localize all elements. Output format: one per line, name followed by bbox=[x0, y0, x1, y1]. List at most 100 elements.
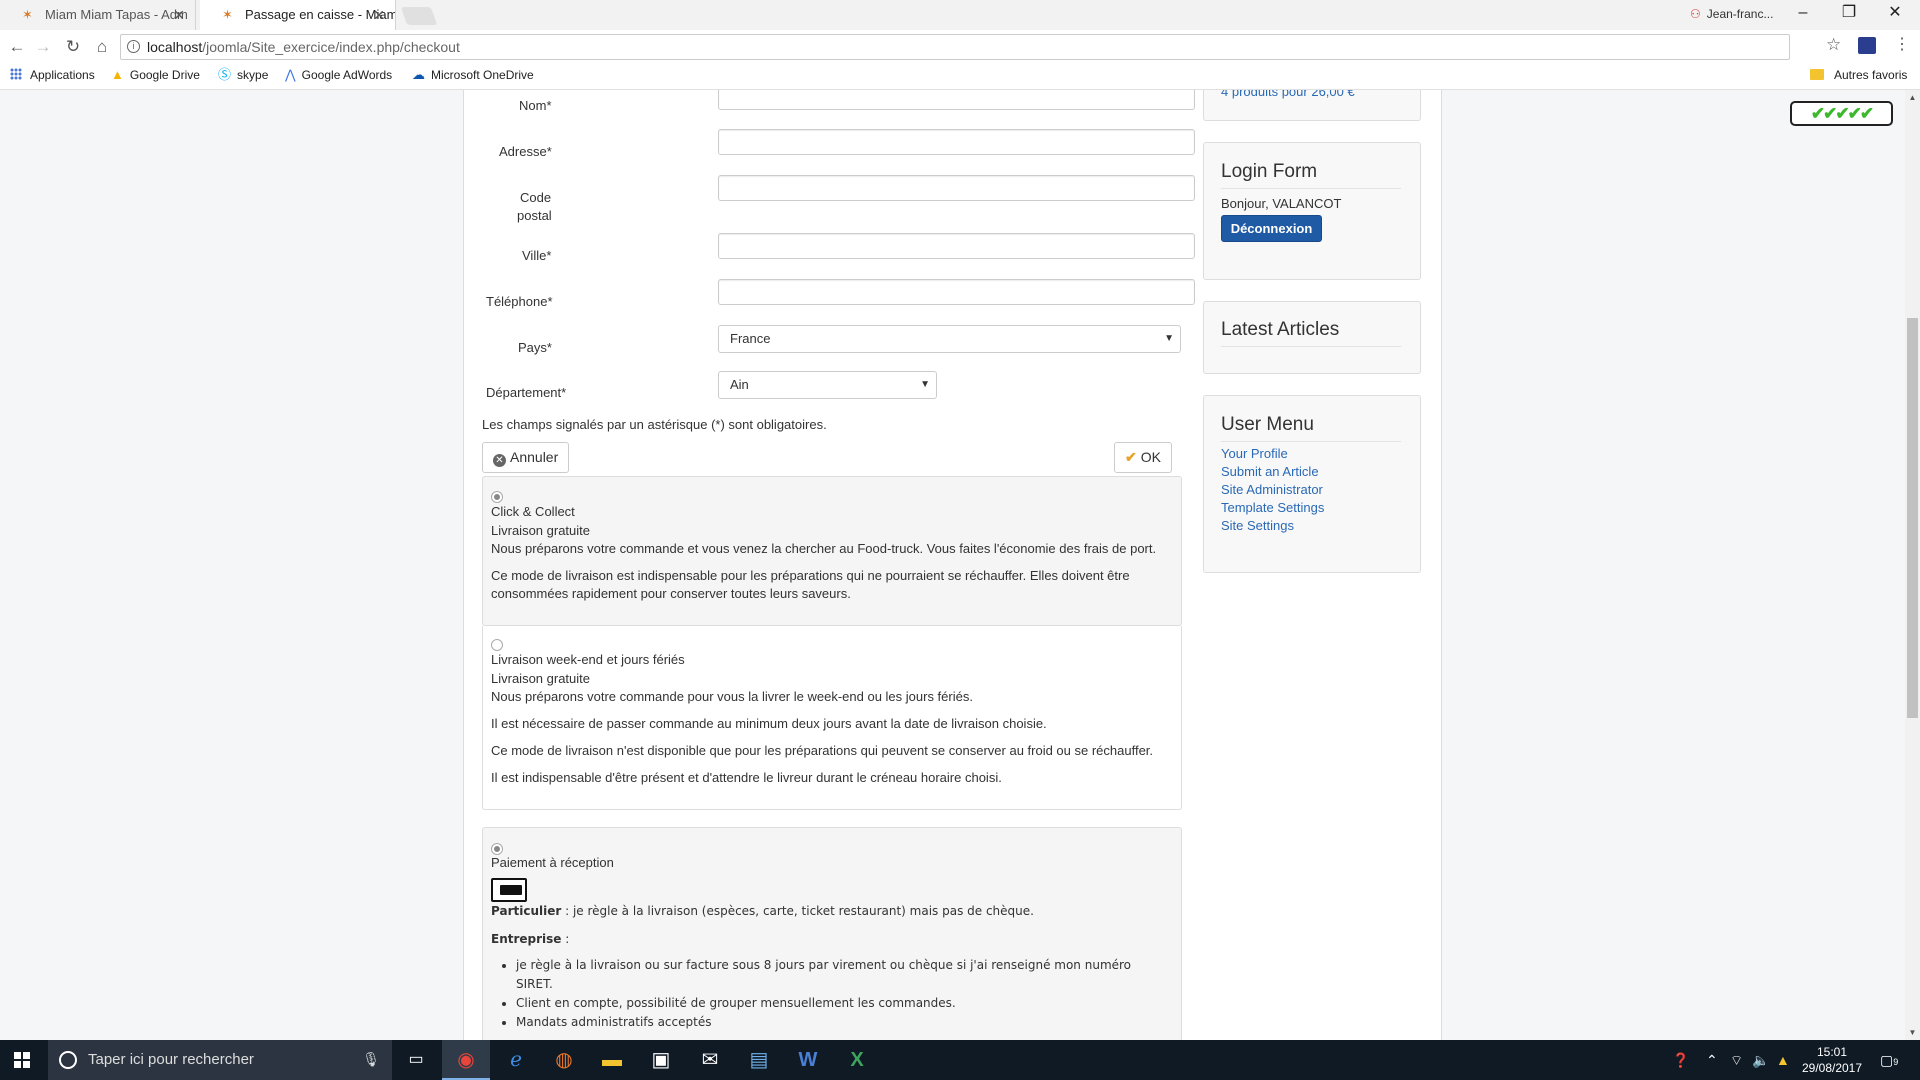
search-placeholder: Taper ici pour rechercher bbox=[88, 1051, 254, 1068]
joomla-icon: ✶ bbox=[22, 7, 33, 22]
close-icon[interactable]: ✕ bbox=[173, 0, 185, 30]
help-icon[interactable]: ❓ bbox=[1672, 1040, 1689, 1080]
country-select[interactable]: France ▼ bbox=[718, 325, 1181, 353]
required-fields-note: Les champs signalés par un astérisque (*… bbox=[482, 417, 827, 432]
field-label-city: Ville* bbox=[522, 248, 552, 263]
chevron-down-icon: ▼ bbox=[920, 379, 930, 390]
cancel-icon: ✕ bbox=[493, 454, 506, 467]
chrome-icon[interactable]: ◉ bbox=[442, 1040, 490, 1080]
menu-link-template-settings[interactable]: Template Settings bbox=[1221, 499, 1324, 517]
notifications-icon[interactable]: ▢9 bbox=[1880, 1040, 1898, 1080]
word-icon[interactable]: W bbox=[784, 1040, 832, 1080]
taskbar-search[interactable]: Taper ici pour rechercher 🎙 bbox=[48, 1040, 392, 1080]
address-field[interactable] bbox=[718, 129, 1195, 155]
wifi-icon[interactable]: ⌔ bbox=[1730, 1040, 1743, 1080]
field-label-department: Département* bbox=[486, 385, 567, 400]
new-tab-button[interactable] bbox=[400, 7, 438, 25]
city-field[interactable] bbox=[718, 233, 1195, 259]
department-select[interactable]: Ain ▼ bbox=[718, 371, 937, 399]
page-scrollbar[interactable]: ▲ ▼ bbox=[1905, 90, 1920, 1040]
restore-button[interactable]: ❐ bbox=[1826, 0, 1872, 28]
cart-summary-link[interactable]: 4 produits pour 26,00 € bbox=[1221, 90, 1355, 101]
payment-individual: Particulier : je règle à la livraison (e… bbox=[491, 902, 1034, 920]
bookmark-google-drive[interactable]: ▲ Google Drive bbox=[111, 64, 200, 86]
checkmarks-badge: ✔✔✔✔✔ bbox=[1790, 101, 1893, 126]
name-field[interactable] bbox=[718, 90, 1195, 110]
login-title: Login Form bbox=[1221, 161, 1318, 182]
chevron-up-icon[interactable]: ⌃ bbox=[1706, 1040, 1718, 1080]
ok-label: OK bbox=[1140, 449, 1161, 465]
field-label-phone: Téléphone* bbox=[486, 294, 553, 309]
list-item: je règle à la livraison ou sur facture s… bbox=[516, 956, 1146, 994]
bookmark-label: Google AdWords bbox=[301, 68, 393, 82]
menu-link-your-profile[interactable]: Your Profile bbox=[1221, 445, 1288, 463]
bookmark-label: Microsoft OneDrive bbox=[431, 68, 534, 82]
reload-icon[interactable]: ↻ bbox=[62, 36, 84, 58]
menu-link-submit-article[interactable]: Submit an Article bbox=[1221, 463, 1319, 481]
menu-link-site-settings[interactable]: Site Settings bbox=[1221, 517, 1294, 535]
profile-icon: ⚇ bbox=[1690, 7, 1701, 21]
minimize-button[interactable]: – bbox=[1780, 0, 1826, 28]
bookmark-onedrive[interactable]: ☁ Microsoft OneDrive bbox=[412, 64, 534, 86]
task-view-icon[interactable]: ▭ bbox=[392, 1040, 440, 1080]
bookmark-star-icon[interactable]: ☆ bbox=[1826, 35, 1841, 55]
individual-label: Particulier bbox=[491, 904, 562, 918]
bookmark-label: Google Drive bbox=[129, 68, 200, 82]
microphone-icon[interactable]: 🎙 bbox=[362, 1051, 380, 1068]
tab-admin[interactable]: ✶ Miam Miam Tapas - Adm ✕ bbox=[0, 0, 196, 30]
latest-articles-title: Latest Articles bbox=[1221, 319, 1340, 340]
cancel-label: Annuler bbox=[510, 449, 559, 465]
shipping-radio-click-collect[interactable] bbox=[491, 491, 503, 503]
bookmark-label: skype bbox=[237, 68, 269, 82]
menu-icon[interactable]: ⋮ bbox=[1894, 34, 1910, 54]
back-icon[interactable]: ← bbox=[6, 36, 28, 58]
edge-icon[interactable]: ℯ bbox=[492, 1040, 540, 1080]
address-bar[interactable]: i localhost/joomla/Site_exercice/index.p… bbox=[120, 34, 1790, 60]
user-menu-title: User Menu bbox=[1221, 414, 1314, 435]
bookmark-skype[interactable]: Ⓢskype bbox=[218, 64, 268, 86]
excel-icon[interactable]: X bbox=[833, 1040, 881, 1080]
system-clock[interactable]: 15:01 29/08/2017 bbox=[1794, 1044, 1870, 1076]
bookmark-label: Autres favoris bbox=[1834, 68, 1908, 82]
volume-icon[interactable]: 🔈 bbox=[1752, 1040, 1769, 1080]
shipping-price: Livraison gratuite bbox=[491, 523, 590, 538]
app-icon[interactable]: ▤ bbox=[735, 1040, 783, 1080]
close-icon[interactable]: ✕ bbox=[373, 0, 385, 30]
cancel-button[interactable]: ✕ Annuler bbox=[482, 442, 570, 473]
mail-icon[interactable]: ✉ bbox=[686, 1040, 734, 1080]
firefox-icon[interactable]: ◍ bbox=[540, 1040, 588, 1080]
extension-icon[interactable] bbox=[1858, 37, 1876, 54]
scroll-thumb[interactable] bbox=[1907, 318, 1918, 718]
menu-link-site-administrator[interactable]: Site Administrator bbox=[1221, 481, 1323, 499]
bookmark-applications[interactable]: Applications bbox=[10, 64, 95, 86]
close-window-button[interactable]: ✕ bbox=[1872, 0, 1918, 28]
divider bbox=[1221, 441, 1401, 442]
info-icon: i bbox=[127, 40, 140, 53]
home-icon[interactable]: ⌂ bbox=[91, 36, 113, 58]
forward-icon[interactable]: → bbox=[32, 36, 54, 58]
payment-name: Paiement à réception bbox=[491, 855, 614, 870]
field-label-country: Pays* bbox=[518, 340, 552, 355]
bookmark-other-folder[interactable]: Autres favoris bbox=[1810, 64, 1907, 86]
bookmark-adwords[interactable]: ⋀ Google AdWords bbox=[285, 64, 392, 86]
ok-button[interactable]: ✔ OK bbox=[1114, 442, 1172, 473]
store-icon[interactable]: ▣ bbox=[637, 1040, 685, 1080]
company-payment-list: je règle à la livraison ou sur facture s… bbox=[516, 956, 1146, 1032]
skype-icon: Ⓢ bbox=[218, 67, 232, 82]
file-explorer-icon[interactable]: ▬ bbox=[588, 1040, 636, 1080]
field-label-postcode-line2: postal bbox=[517, 208, 552, 223]
phone-field[interactable] bbox=[718, 279, 1195, 305]
google-drive-icon[interactable]: ▲ bbox=[1776, 1040, 1790, 1080]
shipping-description: Ce mode de livraison n'est disponible qu… bbox=[491, 743, 1154, 758]
shipping-radio-weekend[interactable] bbox=[491, 639, 503, 651]
profile-button[interactable]: ⚇ Jean-franc... bbox=[1690, 0, 1773, 28]
logout-button[interactable]: Déconnexion bbox=[1221, 215, 1322, 242]
url-path: /joomla/Site_exercice/index.php/checkout bbox=[202, 39, 460, 55]
scroll-down-icon[interactable]: ▼ bbox=[1905, 1025, 1920, 1040]
postcode-field[interactable] bbox=[718, 175, 1195, 201]
windows-start-icon[interactable] bbox=[14, 1052, 30, 1068]
tab-checkout[interactable]: ✶ Passage en caisse - Miam ✕ bbox=[200, 0, 396, 30]
company-label: Entreprise bbox=[491, 932, 562, 946]
scroll-up-icon[interactable]: ▲ bbox=[1905, 90, 1920, 105]
list-item: Mandats administratifs acceptés bbox=[516, 1013, 1146, 1032]
